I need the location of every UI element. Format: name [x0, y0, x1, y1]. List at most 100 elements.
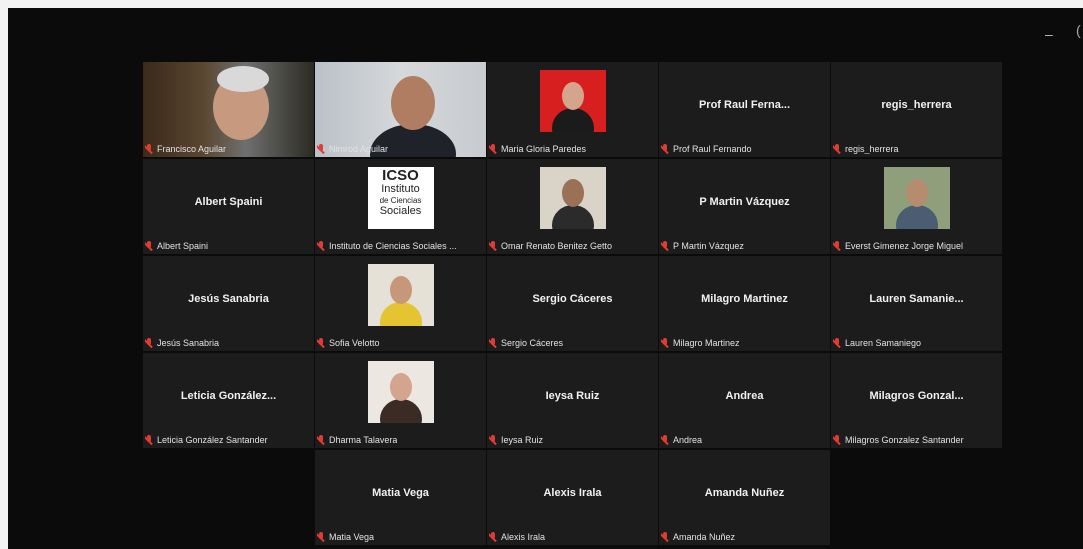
- participant-name-label: P Martin Vázquez: [661, 241, 828, 251]
- participant-name: Albert Spaini: [157, 241, 209, 251]
- participant-tile[interactable]: Nimrod Aguilar: [315, 62, 486, 157]
- participant-name: regis_herrera: [845, 144, 899, 154]
- participant-display-name: Milagros Gonzal...: [869, 390, 964, 402]
- participant-tile[interactable]: Milagro Martinez Milagro Martinez: [659, 256, 830, 351]
- participant-tile[interactable]: Amanda Nuñez Amanda Nuñez: [659, 450, 830, 545]
- participant-name-label: Amanda Nuñez: [661, 532, 828, 542]
- participant-name: Lauren Samaniego: [845, 338, 922, 348]
- participant-tile[interactable]: Omar Renato Benitez Getto: [487, 159, 658, 254]
- participant-tile[interactable]: Andrea Andrea: [659, 353, 830, 448]
- participant-tile[interactable]: Sergio Cáceres Sergio Cáceres: [487, 256, 658, 351]
- participant-name-label: Ieysa Ruiz: [489, 435, 656, 445]
- participant-name: Alexis Irala: [501, 532, 546, 542]
- participant-name: Sergio Cáceres: [501, 338, 564, 348]
- participant-name: Omar Renato Benitez Getto: [501, 241, 613, 251]
- participant-display-name: Amanda Nuñez: [704, 487, 785, 499]
- profile-photo: [883, 167, 950, 229]
- body-shape: [379, 399, 422, 423]
- participant-name-label: Lauren Samaniego: [833, 338, 1000, 348]
- participant-tile[interactable]: regis_herrera regis_herrera: [831, 62, 1002, 157]
- muted-mic-icon: [489, 144, 498, 154]
- participant-name: P Martin Vázquez: [673, 241, 744, 251]
- participant-tile[interactable]: Prof Raul Ferna... Prof Raul Fernando: [659, 62, 830, 157]
- organization-logo: ICSO Instituto de Ciencias Sociales: [367, 167, 434, 229]
- logo-text: ICSO: [382, 167, 419, 184]
- muted-mic-icon: [661, 532, 670, 542]
- participant-display-name: Lauren Samanie...: [869, 293, 964, 305]
- muted-mic-icon: [317, 241, 326, 251]
- face-shape: [905, 179, 928, 207]
- participant-display-name: Leticia González...: [180, 390, 277, 402]
- participant-name: Maria Gloria Paredes: [501, 144, 587, 154]
- participant-name-label: Albert Spaini: [145, 241, 312, 251]
- participant-name-label: Instituto de Ciencias Sociales ...: [317, 241, 484, 251]
- participant-gallery: Francisco Aguilar Nimrod Aguilar Maria Glo…: [135, 53, 1002, 545]
- muted-mic-icon: [661, 338, 670, 348]
- participant-tile[interactable]: Francisco Aguilar: [143, 62, 314, 157]
- participant-name-label: Prof Raul Fernando: [661, 144, 828, 154]
- participant-display-name: Prof Raul Ferna...: [698, 99, 791, 111]
- profile-photo: [367, 264, 434, 326]
- body-shape: [895, 205, 938, 229]
- participant-tile[interactable]: Sofia Velotto: [315, 256, 486, 351]
- participant-name: Leticia González Santander: [157, 435, 268, 445]
- profile-photo: [367, 361, 434, 423]
- participant-name-label: Everst Gimenez Jorge Miguel: [833, 241, 1000, 251]
- muted-mic-icon: [145, 338, 154, 348]
- participant-video: [143, 62, 314, 157]
- participant-name: Andrea: [673, 435, 703, 445]
- muted-mic-icon: [661, 144, 670, 154]
- participant-tile[interactable]: Ieysa Ruiz Ieysa Ruiz: [487, 353, 658, 448]
- participant-tile[interactable]: ICSO Instituto de Ciencias Sociales Institut…: [315, 159, 486, 254]
- muted-mic-icon: [489, 241, 498, 251]
- participant-tile[interactable]: P Martin Vázquez P Martin Vázquez: [659, 159, 830, 254]
- participant-name-label: Dharma Talavera: [317, 435, 484, 445]
- participant-display-name: Milagro Martinez: [701, 293, 788, 305]
- participant-name-label: Milagro Martinez: [661, 338, 828, 348]
- participant-name-label: regis_herrera: [833, 144, 1000, 154]
- participant-name: Prof Raul Fernando: [673, 144, 752, 154]
- participant-name: Milagro Martinez: [673, 338, 740, 348]
- profile-photo: [539, 70, 606, 132]
- participant-name-label: Andrea: [661, 435, 828, 445]
- muted-mic-icon: [833, 144, 842, 154]
- participant-display-name: Albert Spaini: [194, 196, 263, 208]
- muted-mic-icon: [661, 241, 670, 251]
- participant-display-name: Sergio Cáceres: [532, 293, 613, 305]
- participant-tile[interactable]: Dharma Talavera: [315, 353, 486, 448]
- face-shape: [391, 76, 435, 130]
- participant-name-label: Milagros Gonzalez Santander: [833, 435, 1000, 445]
- participant-tile[interactable]: Jesús Sanabria Jesús Sanabria: [143, 256, 314, 351]
- window-edge-control[interactable]: (: [1076, 22, 1081, 38]
- muted-mic-icon: [317, 532, 326, 542]
- participant-tile[interactable]: Leticia González... Leticia González Sant…: [143, 353, 314, 448]
- participant-tile[interactable]: Albert Spaini Albert Spaini: [143, 159, 314, 254]
- muted-mic-icon: [317, 144, 326, 154]
- participant-name-label: Nimrod Aguilar: [317, 144, 484, 154]
- participant-name-label: Sofia Velotto: [317, 338, 484, 348]
- participant-name: Instituto de Ciencias Sociales ...: [329, 241, 457, 251]
- participant-display-name: Andrea: [725, 390, 764, 402]
- participant-tile[interactable]: Matia Vega Matia Vega: [315, 450, 486, 545]
- muted-mic-icon: [833, 435, 842, 445]
- muted-mic-icon: [317, 338, 326, 348]
- participant-tile[interactable]: Maria Gloria Paredes: [487, 62, 658, 157]
- body-shape: [551, 108, 594, 132]
- participant-name: Amanda Nuñez: [673, 532, 736, 542]
- participant-tile[interactable]: Lauren Samanie... Lauren Samaniego: [831, 256, 1002, 351]
- participant-display-name: Matia Vega: [372, 487, 429, 499]
- face-shape: [561, 82, 584, 110]
- participant-name-label: Sergio Cáceres: [489, 338, 656, 348]
- participant-name: Ieysa Ruiz: [501, 435, 544, 445]
- participant-name-label: Maria Gloria Paredes: [489, 144, 656, 154]
- minimize-button[interactable]: –: [1045, 26, 1053, 42]
- muted-mic-icon: [661, 435, 670, 445]
- body-shape: [551, 205, 594, 229]
- hair-shape: [217, 66, 269, 92]
- participant-tile[interactable]: Everst Gimenez Jorge Miguel: [831, 159, 1002, 254]
- participant-tile[interactable]: Alexis Irala Alexis Irala: [487, 450, 658, 545]
- logo-text: Sociales: [379, 205, 422, 217]
- participant-name-label: Matia Vega: [317, 532, 484, 542]
- participant-video: [315, 62, 486, 157]
- participant-tile[interactable]: Milagros Gonzal... Milagros Gonzalez Sant…: [831, 353, 1002, 448]
